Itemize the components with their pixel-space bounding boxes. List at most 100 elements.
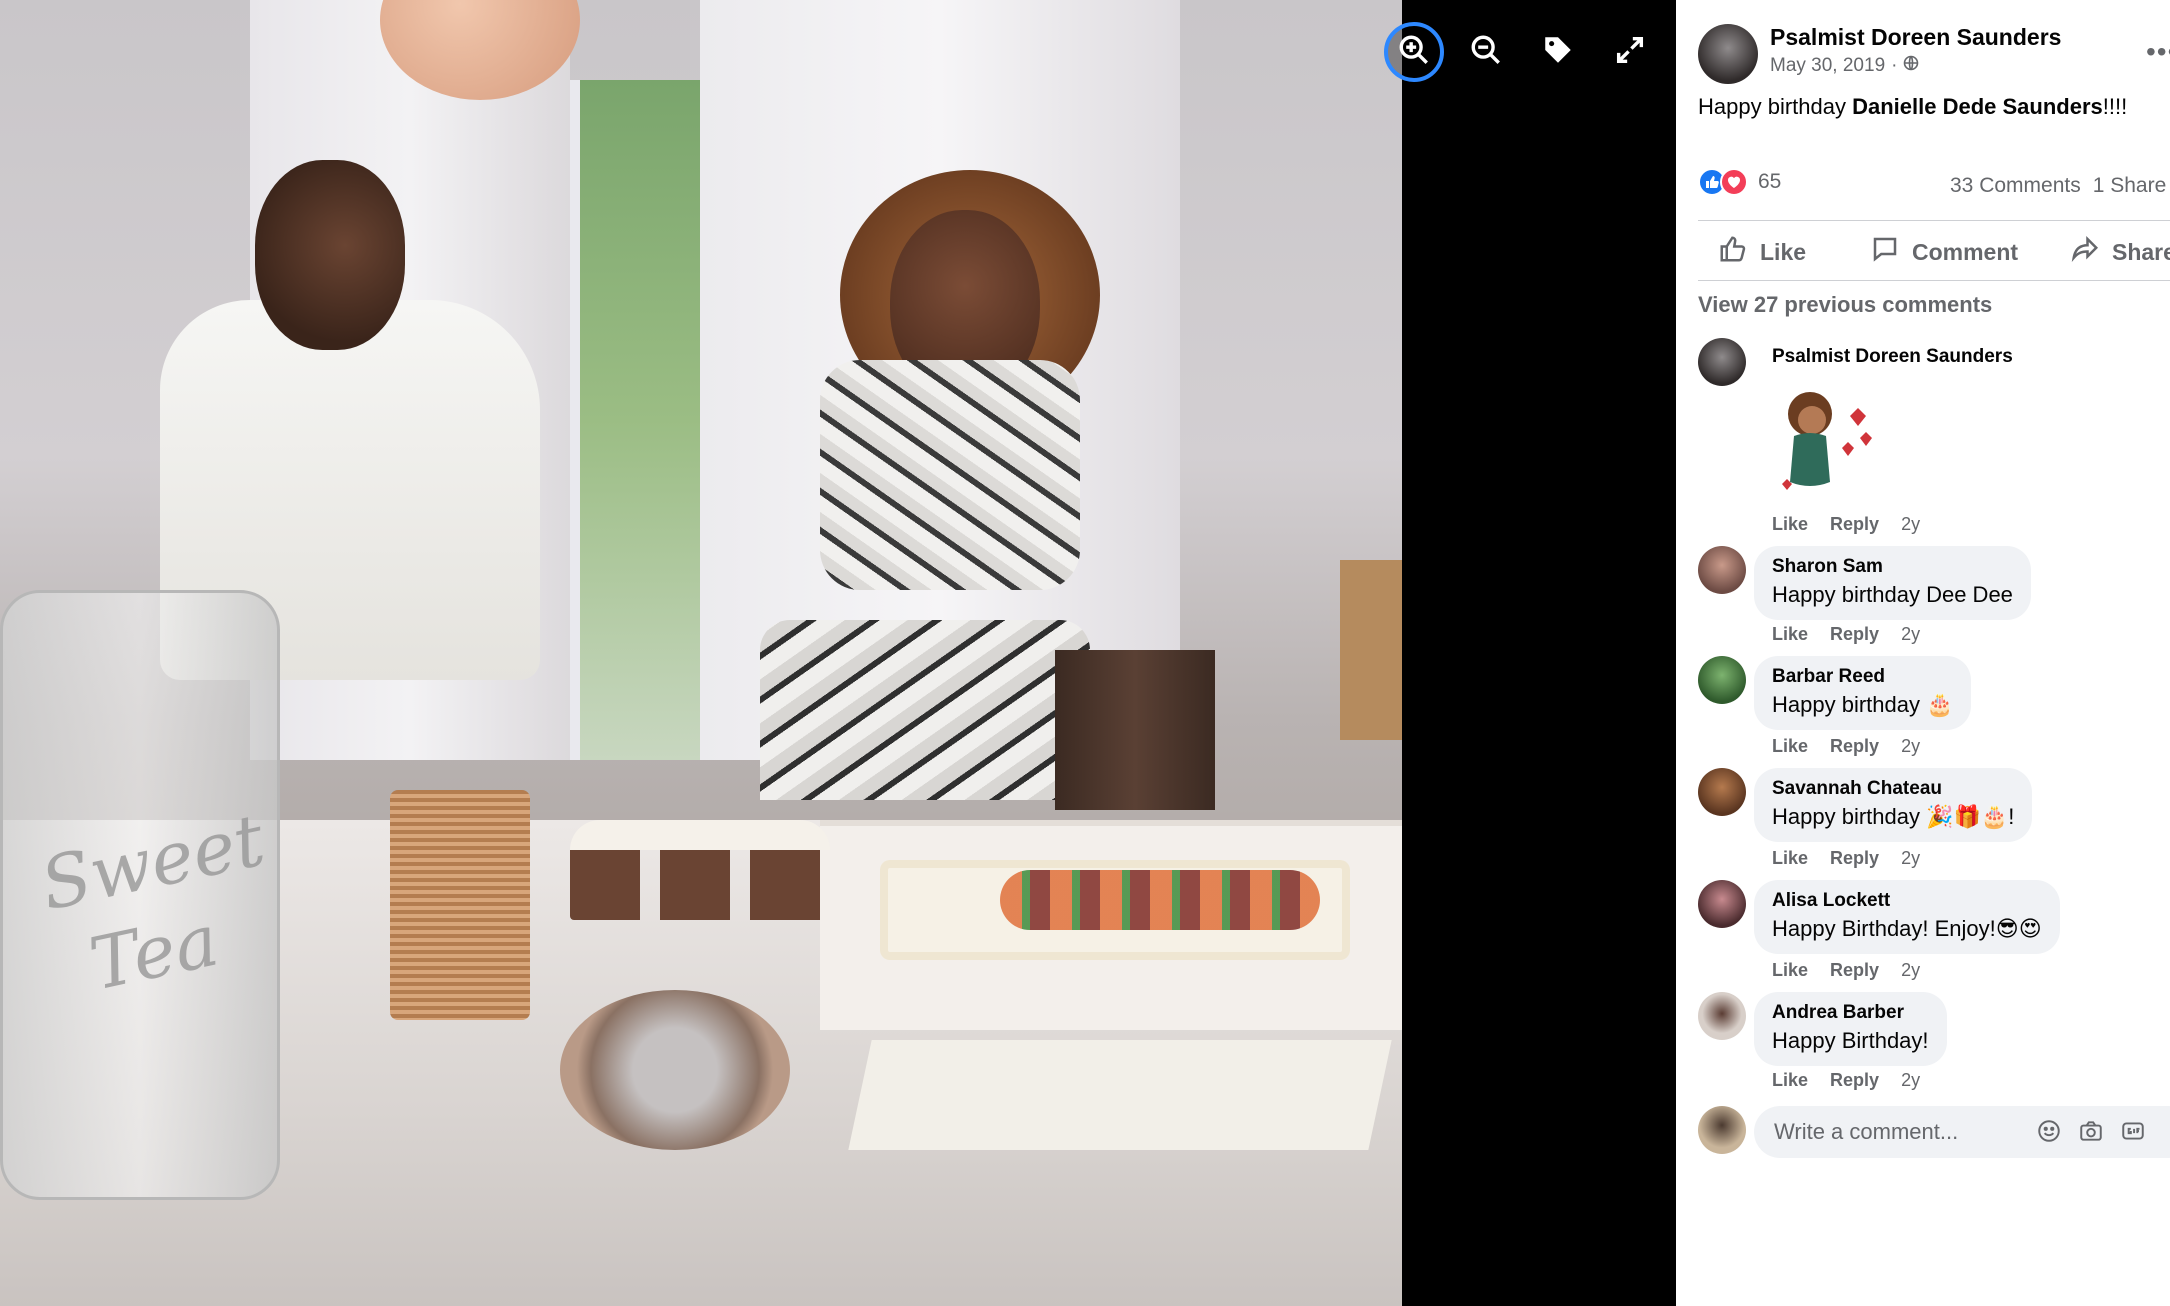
post-date[interactable]: May 30, 2019: [1770, 55, 1885, 77]
comment-reply-link[interactable]: Reply: [1830, 736, 1879, 757]
comment-like-link[interactable]: Like: [1772, 624, 1808, 645]
comment-text: Happy birthday 🎉🎁🎂!: [1772, 804, 2015, 829]
comment-label: Comment: [1912, 238, 2019, 265]
mention-link[interactable]: Danielle Dede Saunders: [1852, 94, 2103, 119]
comment-like-link[interactable]: Like: [1772, 514, 1808, 535]
comment-item: Psalmist Doreen Saunders Like Reply 2y: [1698, 338, 2170, 538]
comment-bubble-icon: [1870, 234, 1900, 270]
comment-like-link[interactable]: Like: [1772, 848, 1808, 869]
comment-time[interactable]: 2y: [1901, 848, 1920, 869]
comment-author[interactable]: Barbar Reed: [1772, 666, 1953, 688]
post-text-suffix: !!!!: [2102, 94, 2128, 119]
post-panel: Psalmist Doreen Saunders May 30, 2019 · …: [1676, 0, 2170, 1306]
zoom-out-button[interactable]: [1456, 22, 1516, 82]
like-button[interactable]: Like: [1718, 234, 1806, 270]
photo-cupcakes: [570, 820, 830, 920]
comment-time[interactable]: 2y: [1901, 624, 1920, 645]
comment-author[interactable]: Sharon Sam: [1772, 556, 2013, 578]
comment-author[interactable]: Alisa Lockett: [1772, 890, 2042, 912]
comment-bubble: Savannah Chateau Happy birthday 🎉🎁🎂!: [1754, 768, 2033, 842]
comment-time[interactable]: 2y: [1901, 736, 1920, 757]
tag-icon: [1541, 33, 1575, 72]
composer-icons: [2036, 1118, 2146, 1144]
gif-icon[interactable]: [2120, 1118, 2146, 1144]
photo-chair: [1055, 650, 1215, 810]
shares-count[interactable]: 1 Share: [2093, 174, 2167, 197]
comment-time[interactable]: 2y: [1901, 960, 1920, 981]
tag-photo-button[interactable]: [1528, 22, 1588, 82]
comment-text: Happy Birthday! Enjoy!😎😍: [1772, 916, 2042, 941]
avatar[interactable]: [1698, 656, 1746, 704]
post-stats: 33 Comments 1 Share: [1950, 174, 2166, 198]
author-avatar[interactable]: [1698, 24, 1758, 84]
birthday-sticker: [1772, 386, 1882, 496]
photo-bag: [1340, 560, 1402, 740]
post-author-name[interactable]: Psalmist Doreen Saunders: [1770, 24, 2061, 51]
meta-separator: ·: [1891, 55, 1898, 76]
photo-plates: [560, 990, 790, 1150]
view-previous-comments[interactable]: View 27 previous comments: [1698, 292, 1992, 318]
post-meta: May 30, 2019 ·: [1770, 55, 1919, 77]
camera-icon[interactable]: [2078, 1118, 2104, 1144]
fullscreen-button[interactable]: [1600, 22, 1660, 82]
comment-actions: Like Reply 2y: [1772, 736, 1920, 757]
divider: [1698, 220, 2170, 221]
comments-count[interactable]: 33 Comments: [1950, 174, 2081, 197]
post-actions: Like Comment Share: [1676, 226, 2170, 274]
comment-time[interactable]: 2y: [1901, 514, 1920, 535]
reactions-summary[interactable]: 65: [1698, 168, 1781, 196]
share-button[interactable]: Share: [2070, 234, 2170, 270]
comment-bubble: Andrea Barber Happy Birthday!: [1754, 992, 1947, 1066]
share-arrow-icon: [2070, 234, 2100, 270]
love-reaction-icon: [1720, 168, 1748, 196]
comment-reply-link[interactable]: Reply: [1830, 960, 1879, 981]
comment-actions: Like Reply 2y: [1772, 514, 1920, 535]
comment-bubble: Barbar Reed Happy birthday 🎂: [1754, 656, 1972, 730]
comment-actions: Like Reply 2y: [1772, 960, 1920, 981]
comment-like-link[interactable]: Like: [1772, 736, 1808, 757]
comment-like-link[interactable]: Like: [1772, 1070, 1808, 1091]
comment-item: Barbar Reed Happy birthday 🎂 Like Reply …: [1698, 656, 2170, 756]
comment-reply-link[interactable]: Reply: [1830, 848, 1879, 869]
more-icon[interactable]: •••: [2146, 36, 2170, 68]
comment-actions: Like Reply 2y: [1772, 1070, 1920, 1091]
comment-item: Sharon Sam Happy birthday Dee Dee Like R…: [1698, 546, 2170, 646]
divider: [1698, 280, 2170, 281]
avatar[interactable]: [1698, 1106, 1746, 1154]
photo-woman-skirt: [760, 620, 1090, 800]
avatar[interactable]: [1698, 992, 1746, 1040]
birthday-photo[interactable]: Sweet Tea: [0, 0, 1402, 1306]
emoji-icon[interactable]: [2036, 1118, 2062, 1144]
avatar[interactable]: [1698, 880, 1746, 928]
comment-item: Alisa Lockett Happy Birthday! Enjoy!😎😍 L…: [1698, 880, 2170, 980]
comment-reply-link[interactable]: Reply: [1830, 624, 1879, 645]
comment-reply-link[interactable]: Reply: [1830, 1070, 1879, 1091]
avatar[interactable]: [1698, 338, 1746, 386]
thumbs-up-icon: [1718, 234, 1748, 270]
comment-item: Savannah Chateau Happy birthday 🎉🎁🎂! Lik…: [1698, 768, 2170, 868]
zoom-out-icon: [1469, 33, 1503, 72]
globe-icon: [1903, 55, 1919, 77]
comment-author[interactable]: Savannah Chateau: [1772, 778, 2014, 800]
comment-author[interactable]: Psalmist Doreen Saunders: [1772, 346, 2013, 368]
comment-reply-link[interactable]: Reply: [1830, 514, 1879, 535]
comment-button[interactable]: Comment: [1870, 234, 2018, 270]
comment-bubble: Alisa Lockett Happy Birthday! Enjoy!😎😍: [1754, 880, 2060, 954]
comment-item: Andrea Barber Happy Birthday! Like Reply…: [1698, 992, 2170, 1092]
zoom-in-button[interactable]: [1384, 22, 1444, 82]
share-label: Share: [2112, 238, 2170, 265]
comment-like-link[interactable]: Like: [1772, 960, 1808, 981]
like-label: Like: [1760, 238, 1807, 265]
comment-actions: Like Reply 2y: [1772, 624, 1920, 645]
avatar[interactable]: [1698, 768, 1746, 816]
comment-text: Happy birthday 🎂: [1772, 692, 1954, 717]
comment-author[interactable]: Andrea Barber: [1772, 1002, 1929, 1024]
comment-text: Happy Birthday!: [1772, 1028, 1929, 1053]
comment-composer: [1698, 1106, 2170, 1158]
comment-time[interactable]: 2y: [1901, 1070, 1920, 1091]
photo-cake-roses: [1000, 870, 1320, 930]
photo-viewer: Sweet Tea: [0, 0, 1676, 1306]
zoom-in-icon: [1397, 33, 1431, 72]
avatar[interactable]: [1698, 546, 1746, 594]
photo-gold-cups: [390, 790, 530, 1020]
